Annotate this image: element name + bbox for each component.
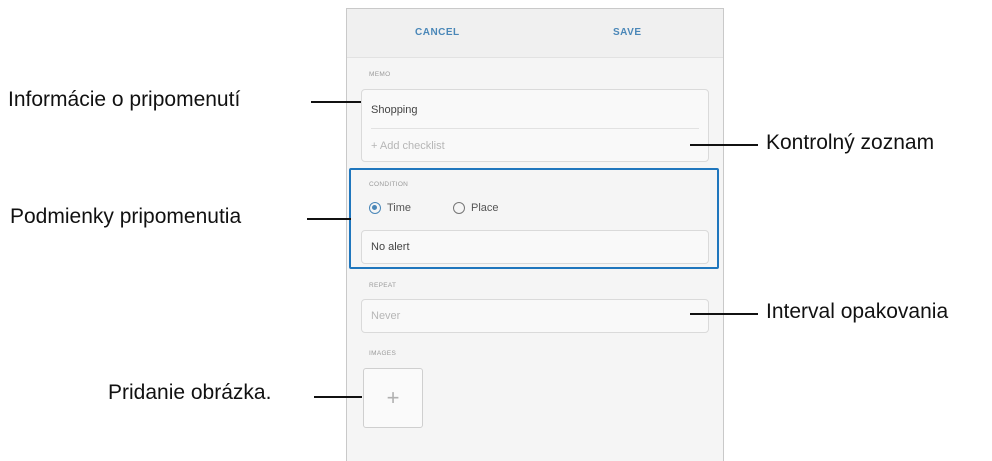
callout-line-repeat-interval: [690, 313, 758, 315]
callout-line-conditions: [307, 218, 351, 220]
callout-add-image: Pridanie obrázka.: [108, 381, 272, 404]
repeat-section-label: REPEAT: [369, 282, 397, 289]
memo-input[interactable]: Shopping: [371, 104, 418, 116]
callout-conditions: Podmienky pripomenutia: [10, 205, 242, 228]
add-checklist-button[interactable]: + Add checklist: [371, 140, 445, 152]
add-image-button[interactable]: +: [363, 368, 423, 428]
cancel-button[interactable]: CANCEL: [415, 27, 460, 38]
callout-line-checklist: [690, 144, 758, 146]
callout-line-reminder-info: [311, 101, 361, 103]
action-bar: CANCEL SAVE: [347, 9, 723, 58]
images-section-label: IMAGES: [369, 350, 397, 357]
plus-icon: +: [386, 385, 400, 410]
repeat-value: Never: [371, 310, 401, 322]
memo-divider: [371, 128, 699, 129]
repeat-field[interactable]: Never: [361, 299, 709, 333]
memo-section-label: MEMO: [369, 71, 391, 78]
memo-card: Shopping + Add checklist: [361, 89, 709, 162]
callout-repeat-interval: Interval opakovania: [766, 300, 949, 323]
condition-highlight-box: [349, 168, 719, 269]
save-button[interactable]: SAVE: [613, 27, 642, 38]
callout-reminder-info: Informácie o pripomenutí: [8, 88, 241, 111]
callout-line-add-image: [314, 396, 362, 398]
callout-checklist: Kontrolný zoznam: [766, 131, 935, 154]
